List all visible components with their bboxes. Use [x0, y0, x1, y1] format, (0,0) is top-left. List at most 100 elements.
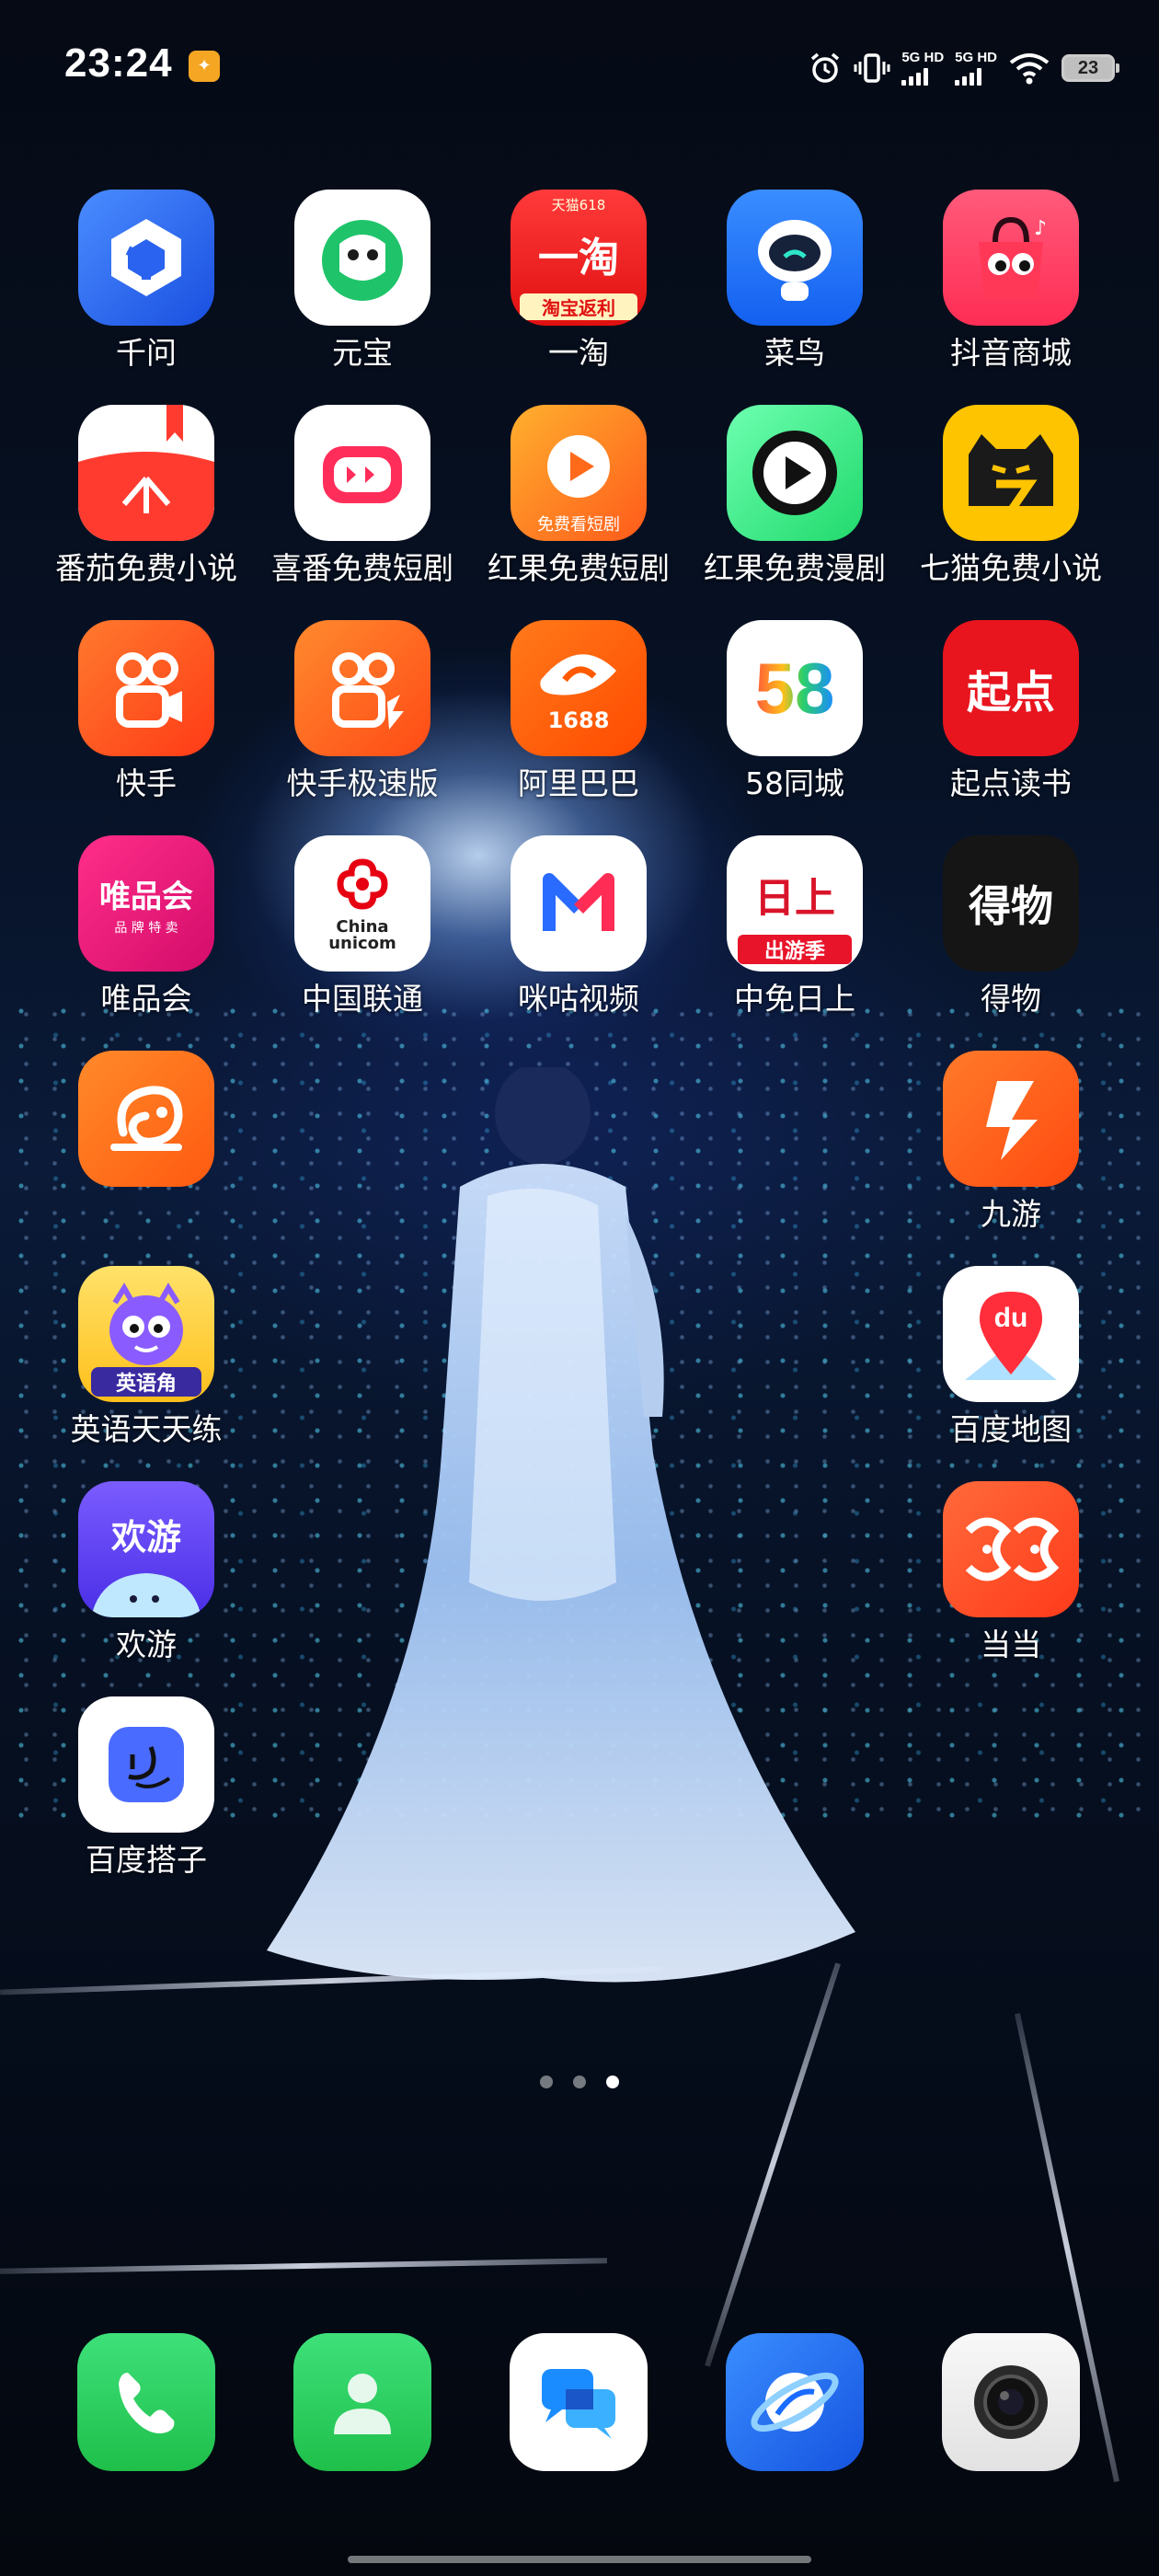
app-baidu-map[interactable]: du 百度地图 [905, 1266, 1117, 1448]
app-yitao[interactable]: 天猫618 一淘 淘宝返利 一淘 [473, 190, 684, 372]
app-58[interactable]: 58 58同城 [689, 620, 901, 802]
app-hongguo-manju[interactable]: 红果免费漫剧 [689, 405, 901, 587]
app-label: 起点读书 [950, 765, 1072, 801]
app-label: 菜鸟 [764, 335, 825, 371]
cdf-glyph: 日上 [754, 875, 835, 922]
yitao-badge-top: 天猫618 [551, 197, 606, 213]
yuanbao-icon [294, 190, 430, 326]
app-label: 英语天天练 [70, 1411, 223, 1447]
app-label: 得物 [981, 981, 1041, 1017]
vip-glyph: 唯品会 [99, 878, 193, 915]
jiuyou-icon [943, 1051, 1079, 1187]
english-practice-icon: 英语角 [78, 1266, 214, 1402]
app-qimao[interactable]: 七猫免费小说 [905, 405, 1117, 587]
dock-contacts[interactable] [257, 2333, 468, 2471]
yitao-glyph: 一淘 [538, 235, 619, 282]
page-indicator[interactable] [0, 2076, 1159, 2088]
58-icon: 58 [727, 620, 863, 756]
uc-browser-icon [78, 1051, 214, 1187]
status-bar: 23:24 ✦ 5G HD 5G HD 23 [0, 0, 1159, 138]
app-douyin-mall[interactable]: ♪ 抖音商城 [905, 190, 1117, 372]
app-migu[interactable]: 咪咕视频 [473, 835, 684, 1018]
app-qianwen[interactable]: 千问 [40, 190, 252, 372]
xifan-icon [294, 405, 430, 541]
alibaba-glyph: 1688 [547, 707, 610, 733]
app-qidian[interactable]: 起点 起点读书 [905, 620, 1117, 802]
wallpaper-performer [267, 1067, 855, 1983]
page-dot[interactable] [540, 2076, 553, 2088]
app-kuaishou-lite[interactable]: 快手极速版 [257, 620, 468, 802]
vip-subtitle: 品 牌 特 卖 [114, 920, 178, 936]
app-hongguo[interactable]: 免费看短剧 红果免费短剧 [473, 405, 684, 587]
contacts-icon [293, 2333, 431, 2471]
app-label: 欢游 [116, 1627, 177, 1662]
yitao-icon: 天猫618 一淘 淘宝返利 [511, 190, 647, 326]
wallpaper-stage-edge [705, 1962, 841, 2367]
app-label: 中免日上 [734, 981, 855, 1017]
vip-icon: 唯品会 品 牌 特 卖 [78, 835, 214, 972]
app-jiuyou[interactable]: 九游 [905, 1051, 1117, 1233]
dock-browser[interactable] [689, 2333, 901, 2471]
status-time: 23:24 [64, 40, 173, 86]
baidu-dazi-icon [78, 1696, 214, 1833]
alibaba-icon: 1688 [511, 620, 647, 756]
app-label: 百度搭子 [86, 1842, 207, 1878]
battery-indicator: 23 [1061, 54, 1119, 82]
signal-sim2-icon: 5G HD [955, 51, 997, 86]
camera-icon [942, 2333, 1080, 2471]
app-baidu-dazi[interactable]: 百度搭子 [40, 1696, 252, 1879]
app-dangdang[interactable]: 当当 [905, 1481, 1117, 1663]
huanyou-icon: 欢游 [78, 1481, 214, 1617]
app-english-practice[interactable]: 英语角 英语天天练 [40, 1266, 252, 1448]
dock-phone[interactable] [40, 2333, 252, 2471]
dewu-glyph: 得物 [969, 881, 1053, 931]
home-indicator-bar[interactable] [348, 2556, 811, 2563]
cdf-icon: 日上 出游季 [727, 835, 863, 972]
app-alibaba[interactable]: 1688 阿里巴巴 [473, 620, 684, 802]
page-dot[interactable] [573, 2076, 586, 2088]
dangdang-icon [943, 1481, 1079, 1617]
app-china-unicom[interactable]: China unicom 中国联通 [257, 835, 468, 1018]
app-label: 58同城 [745, 765, 844, 801]
cdf-badge: 出游季 [738, 935, 852, 964]
wallpaper-stage-edge [0, 2258, 608, 2274]
dock-messages[interactable] [473, 2333, 684, 2471]
app-yuanbao[interactable]: 元宝 [257, 190, 468, 372]
unicom-glyph: China unicom [328, 917, 396, 953]
app-vip[interactable]: 唯品会 品 牌 特 卖 唯品会 [40, 835, 252, 1018]
app-uc-browser[interactable] [40, 1051, 252, 1196]
app-huanyou[interactable]: 欢游 欢游 [40, 1481, 252, 1663]
app-kuaishou[interactable]: 快手 [40, 620, 252, 802]
app-label: 喜番免费短剧 [271, 550, 453, 586]
hongguo-manju-icon [727, 405, 863, 541]
page-dot-active[interactable] [606, 2076, 619, 2088]
app-label: 千问 [116, 335, 177, 371]
alarm-icon [808, 51, 843, 86]
app-label: 一淘 [548, 335, 609, 371]
svg-text:♪: ♪ [1034, 217, 1047, 240]
yitao-badge-bottom: 淘宝返利 [520, 293, 637, 320]
app-label: 唯品会 [100, 981, 192, 1017]
app-label: 红果免费漫剧 [704, 550, 886, 586]
wifi-icon [1008, 52, 1050, 85]
dock-camera[interactable] [905, 2333, 1117, 2471]
app-label: 快手 [116, 765, 177, 801]
kuaishou-lite-icon [294, 620, 430, 756]
app-cainiao[interactable]: 菜鸟 [689, 190, 901, 372]
sim2-network-label: 5G HD [955, 50, 997, 65]
dewu-icon: 得物 [943, 835, 1079, 972]
vibrate-icon [854, 51, 890, 86]
app-label: 中国联通 [302, 981, 423, 1017]
app-label: 当当 [981, 1627, 1041, 1662]
sim1-network-label: 5G HD [901, 50, 945, 65]
app-label: 抖音商城 [950, 335, 1072, 371]
app-label: 元宝 [332, 335, 393, 371]
qidian-glyph: 起点 [966, 667, 1055, 719]
app-tomato-novel[interactable]: 番茄免费小说 [40, 405, 252, 587]
kuaishou-icon [78, 620, 214, 756]
baidu-map-icon: du [943, 1266, 1079, 1402]
hongguo-icon: 免费看短剧 [511, 405, 647, 541]
app-cdf[interactable]: 日上 出游季 中免日上 [689, 835, 901, 1018]
app-xifan[interactable]: 喜番免费短剧 [257, 405, 468, 587]
app-dewu[interactable]: 得物 得物 [905, 835, 1117, 1018]
